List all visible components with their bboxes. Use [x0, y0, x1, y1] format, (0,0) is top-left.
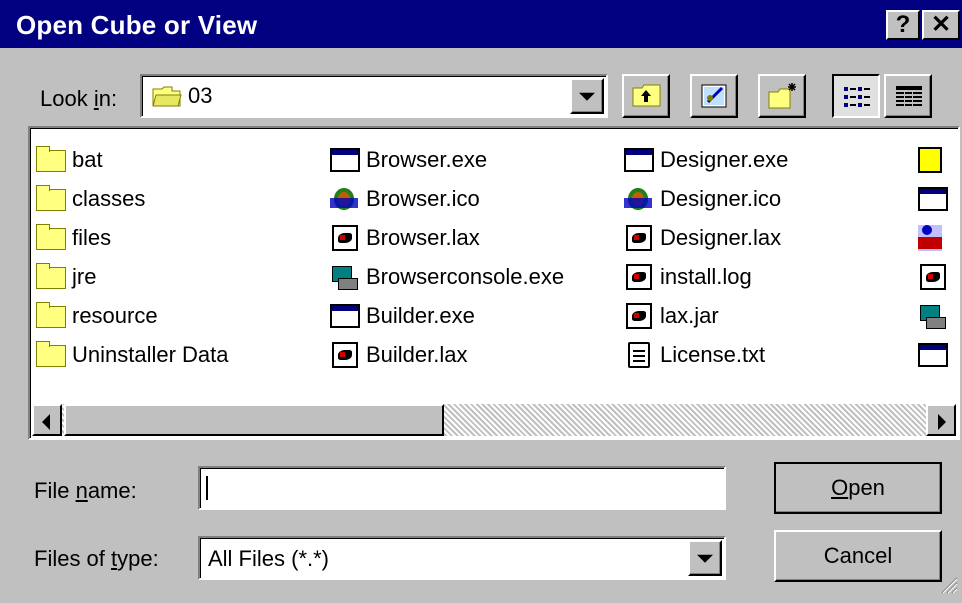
log-file-icon — [624, 263, 654, 290]
list-item[interactable] — [918, 140, 954, 179]
list-item[interactable]: Builder.lax — [330, 335, 564, 374]
arrow-left-icon — [42, 414, 50, 430]
list-item[interactable]: files — [36, 218, 229, 257]
look-in-value: 03 — [188, 83, 213, 108]
list-item[interactable]: bat — [36, 140, 229, 179]
folder-icon — [36, 184, 66, 212]
open-button-label: Open — [831, 475, 885, 500]
lax-file-icon — [918, 263, 948, 290]
scroll-left-button[interactable] — [32, 404, 62, 436]
file-type-dropdown-button[interactable] — [688, 540, 722, 576]
list-item[interactable] — [918, 179, 954, 218]
exe-icon — [330, 147, 360, 173]
list-item[interactable]: Browser.ico — [330, 179, 564, 218]
console-icon — [918, 303, 948, 329]
up-one-level-button[interactable] — [622, 74, 670, 118]
list-item[interactable]: Browser.exe — [330, 140, 564, 179]
details-view-icon — [894, 84, 924, 115]
open-dialog: Open Cube or View ? ✕ Look in: 03 bat cl… — [0, 0, 962, 603]
list-view-icon — [842, 84, 872, 115]
cancel-button[interactable]: Cancel — [774, 530, 942, 582]
list-item[interactable]: Browserconsole.exe — [330, 257, 564, 296]
look-in-select[interactable]: 03 — [140, 74, 608, 118]
close-button[interactable]: ✕ — [922, 10, 960, 40]
file-type-select[interactable]: All Files (*.*) — [198, 536, 726, 580]
lax-file-icon — [330, 224, 360, 251]
file-name-label: File name: — [34, 478, 137, 503]
list-item[interactable]: lax.jar — [624, 296, 788, 335]
title-bar[interactable]: Open Cube or View ? ✕ — [0, 0, 962, 48]
chevron-down-icon — [697, 554, 713, 563]
new-folder-icon — [768, 82, 798, 115]
new-folder-button[interactable] — [758, 74, 806, 118]
list-item[interactable]: Browser.lax — [330, 218, 564, 257]
cancel-button-label: Cancel — [823, 543, 893, 568]
file-column-2: Browser.exe Browser.ico Browser.lax Brow… — [330, 140, 564, 374]
list-item[interactable]: Builder.exe — [330, 296, 564, 335]
ico-icon — [624, 186, 654, 212]
folder-icon — [36, 301, 66, 329]
resize-grip-icon[interactable] — [940, 576, 958, 599]
list-item[interactable]: install.log — [624, 257, 788, 296]
exe-icon — [918, 342, 948, 368]
exe-icon — [624, 147, 654, 173]
file-list-content: bat classes files jre resource Uninstall… — [30, 128, 958, 462]
exe-icon — [330, 303, 360, 329]
file-type-label: Files of type: — [34, 546, 159, 571]
list-item[interactable]: Uninstaller Data — [36, 335, 229, 374]
ico-icon — [330, 186, 360, 212]
jar-file-icon — [624, 302, 654, 329]
folder-icon — [36, 340, 66, 368]
look-in-dropdown-button[interactable] — [570, 78, 604, 114]
horizontal-scrollbar[interactable] — [32, 404, 956, 436]
list-item[interactable] — [918, 218, 954, 257]
lax-file-icon — [624, 224, 654, 251]
help-file-icon — [918, 146, 948, 173]
folder-icon — [36, 223, 66, 251]
window-title: Open Cube or View — [16, 10, 258, 40]
file-column-4 — [918, 140, 954, 374]
list-item[interactable]: Designer.lax — [624, 218, 788, 257]
list-item[interactable]: Designer.ico — [624, 179, 788, 218]
folder-icon — [36, 145, 66, 173]
arrow-right-icon — [938, 414, 946, 430]
file-name-input[interactable] — [198, 466, 726, 510]
list-item[interactable]: License.txt — [624, 335, 788, 374]
desktop-button[interactable] — [690, 74, 738, 118]
look-in-label: Look in: — [40, 86, 118, 111]
list-item[interactable] — [918, 257, 954, 296]
list-item[interactable]: resource — [36, 296, 229, 335]
chevron-down-icon — [579, 92, 595, 101]
folder-open-icon — [152, 84, 182, 107]
help-button[interactable]: ? — [886, 10, 920, 40]
console-icon — [330, 264, 360, 290]
list-item[interactable]: jre — [36, 257, 229, 296]
list-view-button[interactable] — [832, 74, 880, 118]
desktop-icon — [700, 82, 730, 115]
list-item[interactable] — [918, 335, 954, 374]
folder-icon — [36, 262, 66, 290]
up-folder-icon — [632, 82, 662, 113]
file-column-1: bat classes files jre resource Uninstall… — [36, 140, 229, 374]
installer-icon — [918, 224, 948, 251]
scroll-right-button[interactable] — [926, 404, 956, 436]
list-item[interactable]: Designer.exe — [624, 140, 788, 179]
list-item[interactable] — [918, 296, 954, 335]
text-cursor — [206, 476, 208, 500]
details-view-button[interactable] — [884, 74, 932, 118]
open-button[interactable]: Open — [774, 462, 942, 514]
list-item[interactable]: classes — [36, 179, 229, 218]
scrollbar-thumb[interactable] — [64, 404, 444, 436]
file-column-3: Designer.exe Designer.ico Designer.lax i… — [624, 140, 788, 374]
text-file-icon — [624, 341, 654, 368]
lax-file-icon — [330, 341, 360, 368]
file-type-value: All Files (*.*) — [208, 546, 330, 571]
exe-icon — [918, 186, 948, 212]
